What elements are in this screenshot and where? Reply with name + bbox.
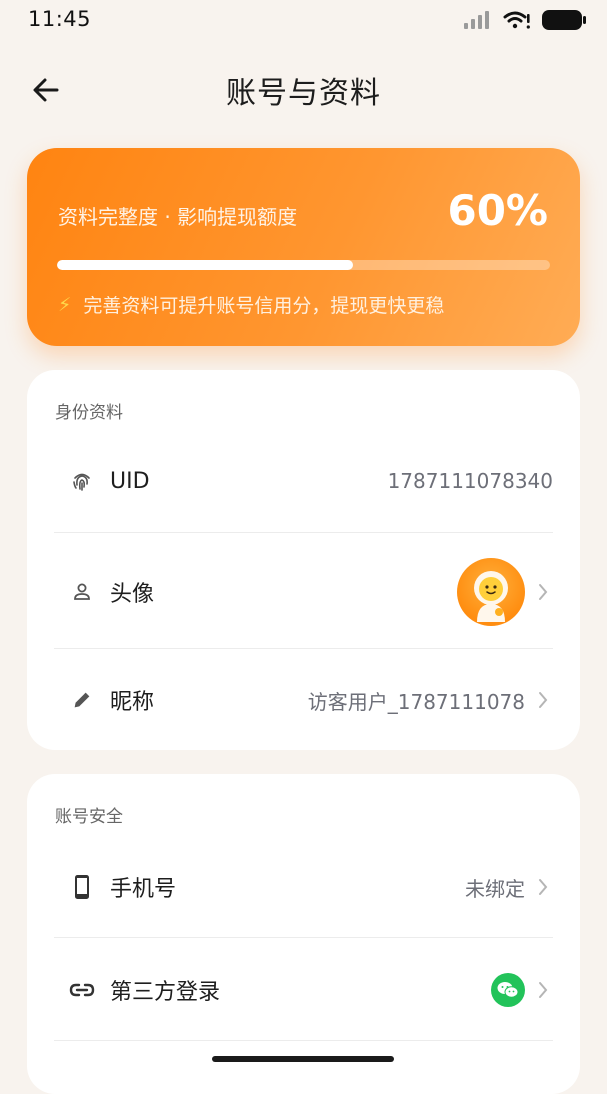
third-party-login-row[interactable]: 第三方登录 [54,940,553,1040]
divider [54,648,553,649]
completeness-progress-track [57,260,550,270]
wechat-icon [491,973,525,1007]
wifi-icon [503,11,530,29]
nickname-label: 昵称 [110,690,155,715]
chevron-right-icon [537,583,553,601]
completeness-hint: ⚡ 完善资料可提升账号信用分，提现更快更稳 [58,291,444,318]
fingerprint-icon [68,467,96,495]
third-party-login-label: 第三方登录 [110,980,221,1005]
chevron-right-icon [537,981,553,999]
avatar-row[interactable]: 头像 [54,542,553,642]
divider [54,1040,553,1041]
uid-row[interactable]: UID 1787111078340 [54,431,553,531]
status-icons [463,9,587,31]
divider [54,532,553,533]
status-bar: 11:45 [0,0,607,40]
nickname-value: 访客用户_1787111078 [307,689,525,714]
nickname-row[interactable]: 昵称 访客用户_1787111078 [54,650,553,750]
phone-value: 未绑定 [465,876,525,901]
section-title-identity: 身份资料 [55,403,123,423]
avatar[interactable] [457,558,525,626]
completeness-card: 资料完整度 · 影响提现额度 60% ⚡ 完善资料可提升账号信用分，提现更快更稳 [27,148,580,346]
section-title-security: 账号安全 [55,807,123,827]
phone-label: 手机号 [110,877,177,902]
completeness-hint-text: 完善资料可提升账号信用分，提现更快更稳 [83,295,445,317]
completeness-value: 60% [447,186,548,235]
identity-card: 身份资料 UID 1787111078340 头像 昵称 访客用户_178711… [27,370,580,750]
chevron-right-icon [537,691,553,709]
lightning-icon: ⚡ [58,293,72,316]
divider [54,937,553,938]
pencil-icon [68,686,96,714]
signal-icon [464,11,489,29]
phone-row[interactable]: 手机号 未绑定 [54,837,553,937]
completeness-progress-fill [57,260,353,270]
person-icon [68,578,96,606]
security-card: 账号安全 手机号 未绑定 第三方登录 [27,774,580,1094]
chevron-right-icon [537,878,553,896]
nav-bar: 账号与资料 [0,50,607,130]
phone-icon [68,873,96,901]
avatar-label: 头像 [110,582,155,607]
battery-icon [542,10,586,30]
completeness-label: 资料完整度 · 影响提现额度 [58,205,298,229]
home-indicator [212,1056,394,1062]
status-time: 11:45 [28,7,92,31]
page-title: 账号与资料 [226,76,381,111]
link-icon [68,976,96,1004]
uid-value: 1787111078340 [387,469,553,493]
uid-label: UID [110,468,150,494]
